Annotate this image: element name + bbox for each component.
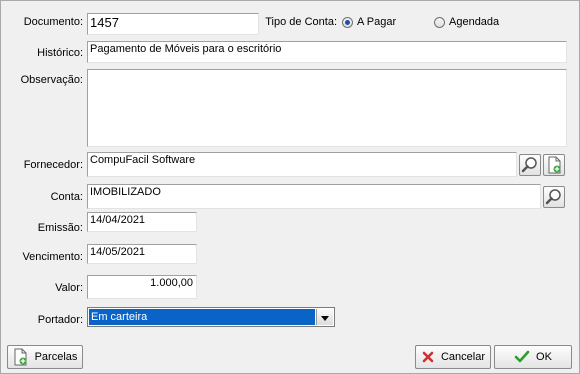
cancel-x-icon: [422, 351, 434, 363]
portador-label: Portador:: [37, 314, 83, 326]
observacao-label: Observação:: [20, 74, 83, 86]
parcelas-label: Parcelas: [34, 351, 78, 363]
conta-label: Conta:: [50, 191, 83, 203]
valor-label: Valor:: [55, 282, 83, 294]
conta-search-button[interactable]: [543, 186, 565, 208]
new-document-icon: [548, 156, 561, 174]
fornecedor-search-button[interactable]: [519, 154, 541, 176]
valor-field[interactable]: 1.000,00: [87, 275, 197, 299]
observacao-field[interactable]: [87, 69, 567, 147]
magnifier-icon: [521, 157, 537, 173]
radio-a-pagar-label: A Pagar: [357, 16, 397, 28]
conta-field[interactable]: IMOBILIZADO: [87, 184, 541, 209]
cancelar-button[interactable]: Cancelar: [415, 345, 491, 369]
ok-label: OK: [536, 351, 552, 363]
parcelas-button[interactable]: Parcelas: [7, 345, 83, 369]
portador-selected-value: Em carteira: [89, 309, 315, 325]
document-add-icon: [14, 348, 27, 366]
radio-agendada-label: Agendada: [449, 16, 500, 28]
dropdown-arrow-icon[interactable]: [316, 309, 333, 325]
tipo-conta-label: Tipo de Conta:: [265, 16, 337, 28]
checkmark-icon: [514, 350, 530, 363]
magnifier-icon: [545, 189, 561, 205]
vencimento-field[interactable]: 14/05/2021: [87, 244, 197, 264]
fornecedor-field[interactable]: CompuFacil Software: [87, 152, 517, 177]
ok-button[interactable]: OK: [494, 345, 572, 369]
emissao-field[interactable]: 14/04/2021: [87, 212, 197, 232]
documento-field[interactable]: 1457: [87, 13, 259, 35]
cancelar-label: Cancelar: [440, 351, 486, 363]
radio-selected-icon: [342, 17, 353, 28]
window: Documento: 1457 Tipo de Conta: A Pagar A…: [0, 0, 580, 374]
vencimento-label: Vencimento:: [22, 251, 83, 263]
fornecedor-label: Fornecedor:: [23, 159, 83, 171]
fornecedor-new-button[interactable]: [543, 154, 565, 176]
historico-field[interactable]: Pagamento de Móveis para o escritório: [87, 41, 567, 63]
emissao-label: Emissão:: [37, 222, 83, 234]
historico-label: Histórico:: [37, 47, 83, 59]
portador-select[interactable]: Em carteira: [87, 307, 335, 327]
documento-label: Documento:: [23, 16, 83, 28]
radio-unselected-icon: [434, 17, 445, 28]
